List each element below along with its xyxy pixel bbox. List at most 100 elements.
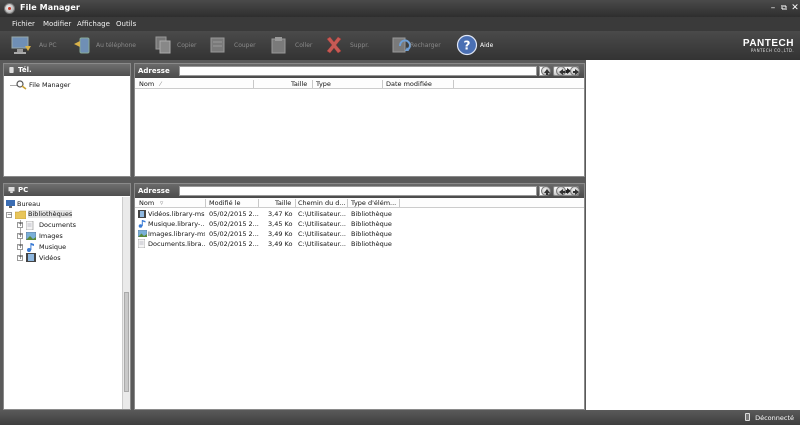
- phone-back-icon[interactable]: [556, 66, 566, 76]
- expand-documents-icon[interactable]: +: [17, 222, 23, 228]
- phone-forward-icon[interactable]: [570, 66, 580, 76]
- libraries-folder-icon: [15, 210, 26, 219]
- row-modified: 05/02/2015 2...: [209, 230, 259, 238]
- pc-up-icon[interactable]: [541, 186, 551, 196]
- phone-address-input[interactable]: [179, 66, 537, 76]
- list-item[interactable]: Documents.libra... 05/02/2015 2... 3,49 …: [135, 239, 584, 249]
- phone-tree-title: Tél.: [18, 66, 32, 74]
- row-size: 3,49 Ko: [268, 240, 293, 248]
- row-size: 3,47 Ko: [268, 210, 293, 218]
- menu-modifier[interactable]: Modifier: [43, 20, 71, 28]
- window-title: File Manager: [20, 3, 80, 12]
- col-size[interactable]: Taille: [291, 80, 307, 88]
- status-bar: Déconnecté: [0, 410, 800, 425]
- delete-label: Suppr.: [350, 42, 370, 49]
- video-library-icon: [138, 210, 146, 218]
- cut-label: Couper: [234, 42, 256, 49]
- expand-images-icon[interactable]: +: [17, 233, 23, 239]
- phone-address-label: Adresse: [138, 67, 170, 75]
- col-size[interactable]: Taille: [275, 199, 291, 207]
- pc-back-icon[interactable]: [556, 186, 566, 196]
- reload-label: Recharger: [410, 42, 441, 49]
- pc-forward-icon[interactable]: [570, 186, 580, 196]
- tree-item-videos[interactable]: Vidéos: [39, 254, 61, 262]
- list-item[interactable]: Images.library-ms 05/02/2015 2... 3,49 K…: [135, 229, 584, 239]
- col-type[interactable]: Type: [316, 80, 331, 88]
- cut-button[interactable]: Couper: [207, 34, 257, 58]
- col-path[interactable]: Chemin du d...: [298, 199, 346, 207]
- images-icon: [26, 232, 36, 240]
- tree-item-musique[interactable]: Musique: [39, 243, 66, 251]
- copy-label: Copier: [177, 42, 197, 49]
- expand-music-icon[interactable]: +: [17, 244, 23, 250]
- tree-item-bureau[interactable]: Bureau: [17, 200, 40, 208]
- pc-tree-scrollbar[interactable]: [122, 197, 130, 409]
- documents-icon: [26, 221, 34, 230]
- title-bar: File Manager – ⧉ ✕: [0, 0, 800, 17]
- phone-transfer-icon: [74, 37, 90, 54]
- col-name[interactable]: Nom: [139, 80, 154, 88]
- phone-list-pane: Adresse Nom ⁄ Taille Type Date modifiée: [134, 63, 585, 177]
- tree-item-documents[interactable]: Documents: [39, 221, 76, 229]
- row-path: C:\Utilisateur...: [298, 210, 346, 218]
- to-pc-button[interactable]: Au PC: [10, 34, 65, 58]
- menu-affichage[interactable]: Affichage: [77, 20, 110, 28]
- tree-item-bibliotheques[interactable]: Bibliothèques: [28, 210, 73, 218]
- sort-indicator-icon: ⁄: [160, 80, 162, 88]
- list-item[interactable]: Musique.library-... 05/02/2015 2... 3,45…: [135, 219, 584, 229]
- reload-button[interactable]: Recharger: [389, 34, 444, 58]
- phone-tree-pane: Tél. File Manager: [3, 63, 131, 177]
- row-path: C:\Utilisateur...: [298, 220, 346, 228]
- row-size: 3,45 Ko: [268, 220, 293, 228]
- close-icon[interactable]: ✕: [790, 2, 800, 14]
- help-label: Aide: [480, 42, 494, 49]
- sort-indicator-icon: ▿: [160, 199, 164, 207]
- phone-up-icon[interactable]: [541, 66, 551, 76]
- help-button[interactable]: ? Aide: [456, 34, 501, 58]
- menu-fichier[interactable]: Fichier: [12, 20, 35, 28]
- image-library-icon: [138, 230, 147, 237]
- to-phone-button[interactable]: Au téléphone: [72, 34, 142, 58]
- row-type: Bibliothèque: [351, 210, 392, 218]
- cut-icon: [210, 37, 225, 53]
- row-type: Bibliothèque: [351, 220, 392, 228]
- menu-outils[interactable]: Outils: [116, 20, 136, 28]
- expand-videos-icon[interactable]: +: [17, 255, 23, 261]
- refresh-icon: [392, 37, 411, 53]
- row-path: C:\Utilisateur...: [298, 230, 346, 238]
- svg-text:?: ?: [464, 39, 471, 53]
- row-modified: 05/02/2015 2...: [209, 220, 259, 228]
- pc-tree-scroll-thumb[interactable]: [124, 292, 129, 392]
- restore-icon[interactable]: ⧉: [779, 2, 789, 14]
- delete-icon: [326, 36, 342, 54]
- row-name: Documents.libra...: [148, 240, 205, 248]
- pc-address-input[interactable]: [179, 186, 537, 196]
- pc-address-label: Adresse: [138, 187, 170, 195]
- delete-button[interactable]: Suppr.: [323, 34, 370, 58]
- tree-item-images[interactable]: Images: [39, 232, 63, 240]
- paste-button[interactable]: Coller: [268, 34, 313, 58]
- copy-button[interactable]: Copier: [152, 34, 197, 58]
- row-modified: 05/02/2015 2...: [209, 210, 259, 218]
- toolbar: Au PC Au téléphone Copier Couper Coller: [0, 31, 800, 60]
- row-type: Bibliothèque: [351, 240, 392, 248]
- list-item[interactable]: Vidéos.library-ms 05/02/2015 2... 3,47 K…: [135, 209, 584, 219]
- col-modified[interactable]: Modifié le: [209, 199, 240, 207]
- col-date-modified[interactable]: Date modifiée: [386, 80, 432, 88]
- file-manager-tree-icon: [16, 80, 27, 90]
- collapse-libraries-icon[interactable]: −: [6, 212, 12, 218]
- row-name: Vidéos.library-ms: [148, 210, 205, 218]
- row-type: Bibliothèque: [351, 230, 392, 238]
- to-pc-label: Au PC: [39, 42, 57, 49]
- device-status-icon: [745, 413, 750, 421]
- document-library-icon: [138, 239, 145, 248]
- row-name: Musique.library-...: [148, 220, 205, 228]
- minimize-icon[interactable]: –: [768, 2, 778, 14]
- brand-logo: PANTECH PANTECH CO.,LTD.: [743, 38, 794, 53]
- row-size: 3,49 Ko: [268, 230, 293, 238]
- col-name[interactable]: Nom: [139, 199, 154, 207]
- monitor-icon: [11, 36, 31, 54]
- paste-label: Coller: [295, 42, 313, 49]
- col-item-type[interactable]: Type d'élém...: [351, 199, 396, 207]
- tree-item-file-manager[interactable]: File Manager: [29, 81, 70, 89]
